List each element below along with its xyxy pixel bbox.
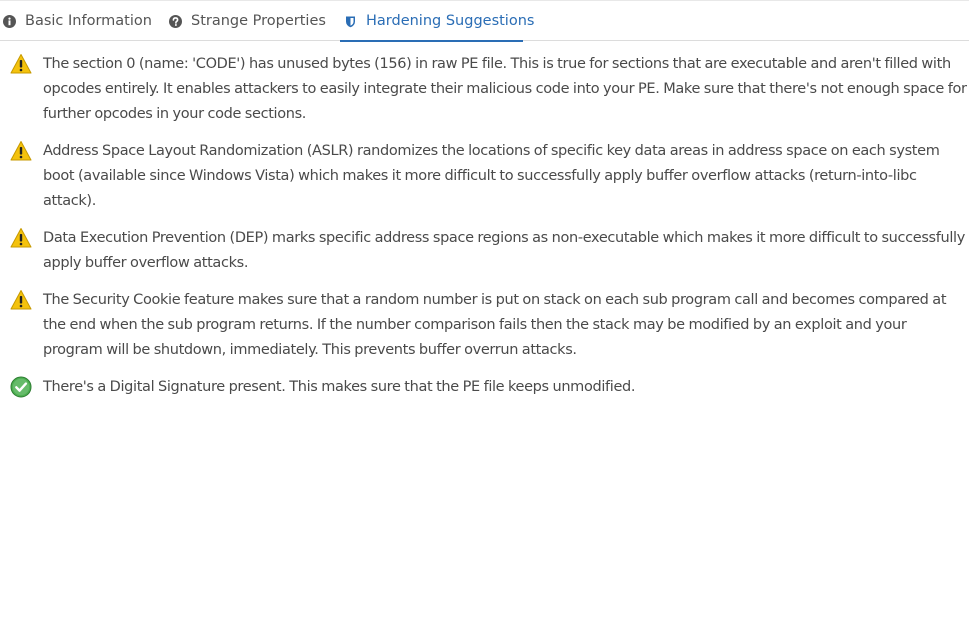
- question-circle-icon: [169, 14, 182, 28]
- suggestion-text: The Security Cookie feature makes sure t…: [43, 292, 947, 358]
- tab-label: Basic Information: [25, 13, 152, 29]
- shield-icon: [344, 15, 357, 28]
- tab-basic-information[interactable]: Basic Information: [3, 1, 152, 41]
- suggestion-text: Address Space Layout Randomization (ASLR…: [43, 143, 940, 209]
- tab-hardening-suggestions[interactable]: Hardening Suggestions: [340, 1, 534, 42]
- suggestion-text: Data Execution Prevention (DEP) marks sp…: [43, 230, 965, 271]
- suggestion-text: There's a Digital Signature present. Thi…: [43, 379, 636, 395]
- tab-label: Hardening Suggestions: [366, 13, 535, 29]
- tab-label: Strange Properties: [191, 13, 326, 29]
- check-circle-icon: [10, 376, 32, 398]
- warning-triangle-icon: [10, 140, 32, 162]
- warning-triangle-icon: [10, 227, 32, 249]
- warning-triangle-icon: [10, 289, 32, 311]
- warning-triangle-icon: [10, 53, 32, 75]
- info-circle-icon: [3, 14, 16, 28]
- tab-bar: Basic Information Strange Properties Har…: [0, 0, 969, 42]
- tab-strange-properties[interactable]: Strange Properties: [169, 1, 326, 41]
- suggestion-text: The section 0 (name: 'CODE') has unused …: [43, 56, 967, 122]
